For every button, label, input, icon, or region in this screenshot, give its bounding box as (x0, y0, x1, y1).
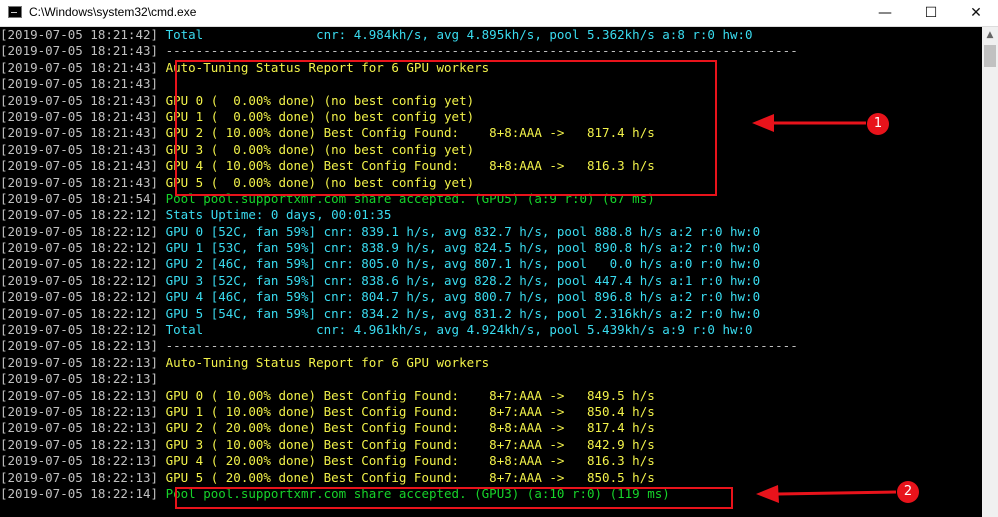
line-timestamp: [2019-07-05 18:22:13] (0, 453, 159, 469)
console-line: [2019-07-05 18:22:12] GPU 3 [52C, fan 59… (0, 273, 982, 289)
line-message: GPU 1 ( 10.00% done) Best Config Found: … (158, 403, 655, 419)
scrollbar-thumb[interactable] (984, 45, 996, 67)
line-message: GPU 5 [54C, fan 59%] cnr: 834.2 h/s, avg… (158, 305, 761, 321)
line-timestamp: [2019-07-05 18:22:12] (0, 223, 159, 239)
line-timestamp: [2019-07-05 18:22:13] (0, 420, 159, 436)
console-line: [2019-07-05 18:22:12] Total cnr: 4.961kh… (0, 322, 982, 338)
line-timestamp: [2019-07-05 18:21:43] (0, 158, 159, 174)
maximize-button[interactable]: ☐ (908, 0, 954, 26)
line-timestamp: [2019-07-05 18:22:13] (0, 338, 159, 354)
window-title: C:\Windows\system32\cmd.exe (29, 5, 197, 19)
console-line: [2019-07-05 18:22:12] GPU 1 [53C, fan 59… (0, 240, 982, 256)
line-timestamp: [2019-07-05 18:21:43] (0, 92, 159, 108)
line-timestamp: [2019-07-05 18:22:12] (0, 207, 159, 223)
highlight-box-share-accepted (175, 487, 733, 509)
line-message: GPU 3 [52C, fan 59%] cnr: 838.6 h/s, avg… (158, 272, 761, 288)
line-timestamp: [2019-07-05 18:21:43] (0, 174, 159, 190)
console-line: [2019-07-05 18:22:12] GPU 4 [46C, fan 59… (0, 289, 982, 305)
line-timestamp: [2019-07-05 18:22:13] (0, 403, 159, 419)
line-message: GPU 4 ( 20.00% done) Best Config Found: … (158, 453, 655, 469)
line-timestamp: [2019-07-05 18:22:12] (0, 289, 159, 305)
line-timestamp: [2019-07-05 18:21:43] (0, 125, 159, 141)
console-line: [2019-07-05 18:22:13] Auto-Tuning Status… (0, 355, 982, 371)
line-message: Total cnr: 4.961kh/s, avg 4.924kh/s, poo… (158, 322, 753, 338)
line-message: GPU 0 [52C, fan 59%] cnr: 839.1 h/s, avg… (158, 223, 761, 239)
line-timestamp: [2019-07-05 18:22:12] (0, 256, 159, 272)
line-timestamp: [2019-07-05 18:22:13] (0, 371, 159, 387)
console-line: [2019-07-05 18:22:13] ------------------… (0, 338, 982, 354)
line-message: GPU 5 ( 20.00% done) Best Config Found: … (158, 469, 655, 485)
window-titlebar[interactable]: C:\Windows\system32\cmd.exe — ☐ ✕ (0, 0, 998, 27)
console-line: [2019-07-05 18:22:13] (0, 371, 982, 387)
line-timestamp: [2019-07-05 18:21:42] (0, 27, 159, 42)
cmd-icon (8, 6, 22, 18)
line-timestamp: [2019-07-05 18:21:43] (0, 141, 159, 157)
scroll-up-arrow-icon[interactable]: ▲ (982, 27, 998, 43)
line-message: GPU 0 ( 10.00% done) Best Config Found: … (158, 387, 655, 403)
line-timestamp: [2019-07-05 18:22:12] (0, 272, 159, 288)
line-message: Auto-Tuning Status Report for 6 GPU work… (158, 354, 490, 370)
line-timestamp: [2019-07-05 18:22:13] (0, 469, 159, 485)
console-line: [2019-07-05 18:22:13] GPU 0 ( 10.00% don… (0, 388, 982, 404)
console-line: [2019-07-05 18:22:13] GPU 5 ( 20.00% don… (0, 470, 982, 486)
line-timestamp: [2019-07-05 18:22:12] (0, 240, 159, 256)
line-timestamp: [2019-07-05 18:21:43] (0, 59, 159, 75)
console-line: [2019-07-05 18:22:12] Stats Uptime: 0 da… (0, 207, 982, 223)
line-message: Total cnr: 4.984kh/s, avg 4.895kh/s, poo… (158, 27, 753, 42)
console-line: [2019-07-05 18:22:13] GPU 2 ( 20.00% don… (0, 420, 982, 436)
line-message: GPU 1 [53C, fan 59%] cnr: 838.9 h/s, avg… (158, 240, 761, 256)
callout-badge-2: 2 (897, 481, 919, 503)
line-timestamp: [2019-07-05 18:22:13] (0, 354, 159, 370)
console-line: [2019-07-05 18:21:43] ------------------… (0, 43, 982, 59)
close-button[interactable]: ✕ (953, 0, 998, 26)
line-timestamp: [2019-07-05 18:22:13] (0, 436, 159, 452)
line-timestamp: [2019-07-05 18:21:54] (0, 190, 159, 206)
line-message: GPU 3 ( 10.00% done) Best Config Found: … (158, 436, 655, 452)
line-message: ----------------------------------------… (158, 43, 798, 59)
line-message: GPU 2 ( 20.00% done) Best Config Found: … (158, 420, 655, 436)
line-timestamp: [2019-07-05 18:21:43] (0, 43, 159, 59)
line-timestamp: [2019-07-05 18:22:12] (0, 305, 159, 321)
console-line: [2019-07-05 18:22:12] GPU 2 [46C, fan 59… (0, 256, 982, 272)
console-line: [2019-07-05 18:22:13] GPU 3 ( 10.00% don… (0, 437, 982, 453)
line-message: Stats Uptime: 0 days, 00:01:35 (158, 207, 392, 223)
line-message: ----------------------------------------… (158, 338, 798, 354)
console-line: [2019-07-05 18:22:13] GPU 1 ( 10.00% don… (0, 404, 982, 420)
highlight-box-tuning-report (175, 60, 717, 196)
console-line: [2019-07-05 18:22:12] GPU 5 [54C, fan 59… (0, 306, 982, 322)
line-timestamp: [2019-07-05 18:22:14] (0, 485, 159, 501)
console-line: [2019-07-05 18:22:13] GPU 4 ( 20.00% don… (0, 453, 982, 469)
line-timestamp: [2019-07-05 18:21:43] (0, 108, 159, 124)
vertical-scrollbar[interactable]: ▲ (982, 27, 998, 517)
minimize-button[interactable]: — (862, 0, 908, 26)
callout-badge-1: 1 (867, 113, 889, 135)
line-timestamp: [2019-07-05 18:22:13] (0, 387, 159, 403)
line-timestamp: [2019-07-05 18:21:43] (0, 76, 159, 92)
console-line: [2019-07-05 18:22:12] GPU 0 [52C, fan 59… (0, 224, 982, 240)
line-timestamp: [2019-07-05 18:22:12] (0, 322, 159, 338)
line-message: GPU 2 [46C, fan 59%] cnr: 805.0 h/s, avg… (158, 256, 761, 272)
console-line: [2019-07-05 18:21:42] Total cnr: 4.984kh… (0, 27, 982, 43)
line-message: GPU 4 [46C, fan 59%] cnr: 804.7 h/s, avg… (158, 289, 761, 305)
